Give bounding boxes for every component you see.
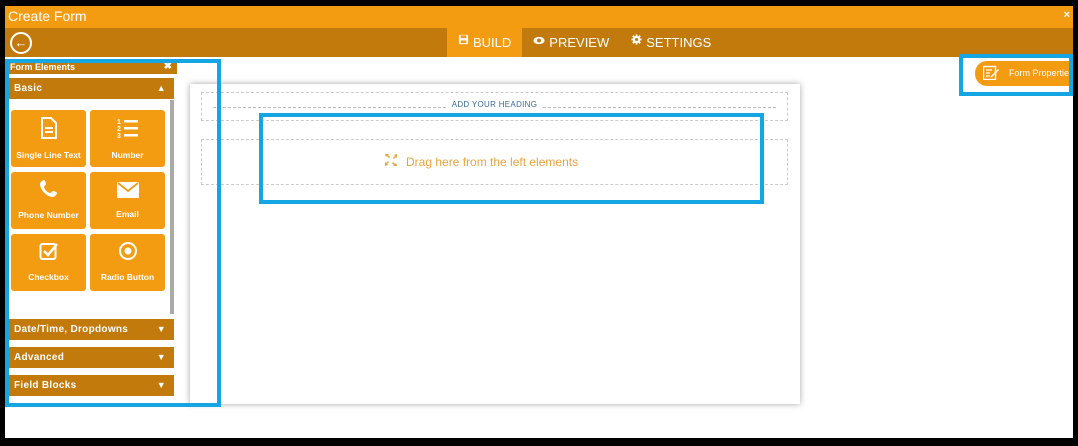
- form-properties-label: Form Properties: [1009, 68, 1073, 78]
- checkbox-icon: [11, 241, 86, 266]
- element-label: Number: [111, 150, 144, 160]
- toolbar: ← BUILD PREVIEW SETTINGS: [5, 28, 1073, 57]
- svg-text:3: 3: [117, 133, 121, 139]
- element-email[interactable]: Email: [90, 172, 165, 229]
- form-canvas: ADD YOUR HEADING Drag here from the left…: [190, 84, 800, 404]
- eye-icon: [533, 28, 545, 57]
- form-elements-header: Form Elements ✖: [7, 60, 177, 74]
- save-icon: [458, 28, 469, 57]
- element-radio-button[interactable]: Radio Button: [90, 234, 165, 291]
- back-button[interactable]: ←: [10, 32, 32, 54]
- chevron-down-icon: ▼: [156, 324, 166, 334]
- drop-hint-text: Drag here from the left elements: [406, 154, 579, 169]
- tab-build[interactable]: BUILD: [447, 28, 523, 57]
- envelope-icon: [90, 179, 165, 203]
- chevron-down-icon: ▼: [156, 352, 166, 362]
- phone-icon: [11, 179, 86, 204]
- element-label: Radio Button: [100, 272, 155, 282]
- form-elements-title: Form Elements: [10, 62, 76, 72]
- element-label: Phone Number: [18, 210, 79, 220]
- section-basic[interactable]: Basic ▲: [7, 78, 174, 99]
- section-field-blocks[interactable]: Field Blocks ▼: [7, 375, 174, 396]
- tab-bar: BUILD PREVIEW SETTINGS: [447, 28, 722, 57]
- form-edit-icon: [982, 65, 999, 81]
- document-icon: [11, 117, 86, 144]
- section-label: Field Blocks: [14, 380, 77, 391]
- gear-icon: [631, 28, 642, 57]
- tab-preview[interactable]: PREVIEW: [522, 28, 620, 57]
- move-icon: [385, 154, 397, 169]
- section-advanced[interactable]: Advanced ▼: [7, 347, 174, 368]
- svg-text:1: 1: [117, 119, 121, 126]
- drop-hint: Drag here from the left elements: [385, 154, 578, 169]
- heading-placeholder: ADD YOUR HEADING: [447, 100, 542, 109]
- section-label: Advanced: [14, 352, 65, 363]
- section-basic-label: Basic: [14, 83, 43, 94]
- form-elements-panel: Form Elements ✖ Basic ▲ Single Line Text…: [5, 57, 179, 402]
- tab-build-label: BUILD: [473, 35, 512, 50]
- section-label: Date/Time, Dropdowns: [14, 324, 129, 335]
- element-phone-number[interactable]: Phone Number: [11, 172, 86, 229]
- collapse-icon[interactable]: ✖: [164, 60, 172, 74]
- element-label: Email: [116, 209, 139, 219]
- element-single-line-text[interactable]: Single Line Text: [11, 110, 86, 167]
- element-number[interactable]: 123 Number: [90, 110, 165, 167]
- tab-settings-label: SETTINGS: [646, 35, 712, 50]
- title-bar: Create Form ×: [5, 6, 1073, 28]
- basic-elements-grid: Single Line Text 123 Number Phone Number…: [7, 100, 174, 314]
- chevron-down-icon: ▼: [156, 380, 166, 390]
- form-builder-window: Create Form × ← BUILD PREVIEW SETTINGS F…: [5, 6, 1073, 438]
- tab-settings[interactable]: SETTINGS: [620, 28, 722, 57]
- radio-icon: [90, 241, 165, 266]
- element-checkbox[interactable]: Checkbox: [11, 234, 86, 291]
- form-properties-button[interactable]: Form Properties: [975, 61, 1073, 86]
- section-date-time-dropdowns[interactable]: Date/Time, Dropdowns ▼: [7, 319, 174, 340]
- element-label: Checkbox: [28, 272, 69, 282]
- close-icon[interactable]: ×: [1064, 6, 1070, 25]
- element-label: Single Line Text: [16, 150, 81, 160]
- tab-preview-label: PREVIEW: [549, 35, 610, 50]
- svg-text:2: 2: [117, 126, 121, 133]
- window-title: Create Form: [8, 8, 87, 24]
- heading-drop-zone[interactable]: ADD YOUR HEADING: [201, 92, 788, 121]
- chevron-up-icon: ▲: [156, 83, 166, 93]
- elements-drop-zone[interactable]: Drag here from the left elements: [201, 139, 788, 185]
- numbered-list-icon: 123: [90, 117, 165, 144]
